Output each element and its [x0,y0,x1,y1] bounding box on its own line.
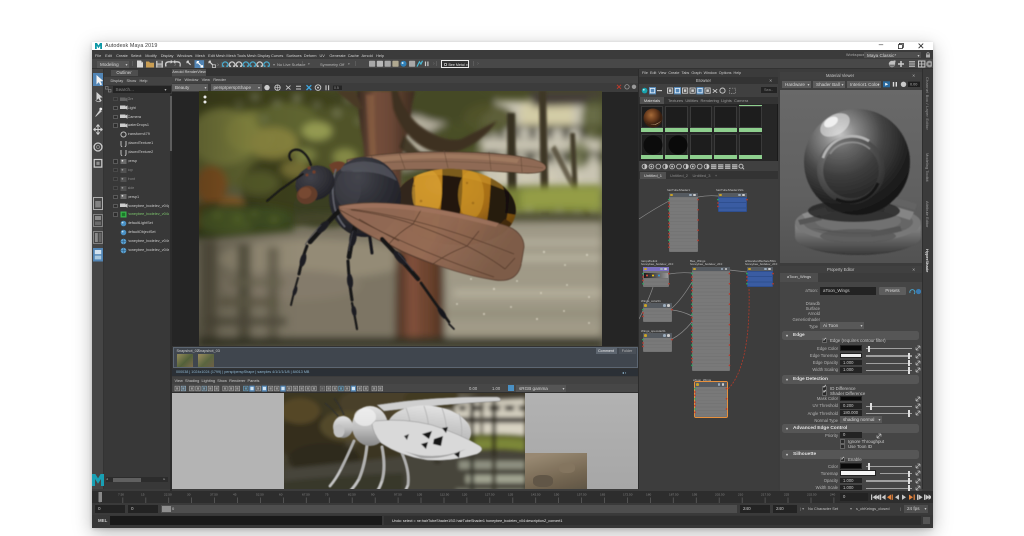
svg-text:142.50: 142.50 [531,493,541,497]
svg-text:225: 225 [784,493,789,497]
svg-text:82.50: 82.50 [348,493,356,497]
svg-text:150: 150 [554,493,559,497]
svg-text:232.50: 232.50 [807,493,817,497]
svg-text:112.50: 112.50 [440,493,450,497]
svg-text:|: | [180,62,181,68]
svg-text:135: 135 [508,493,513,497]
svg-text:157.50: 157.50 [577,493,587,497]
svg-text:45: 45 [233,493,237,497]
svg-text:187.50: 187.50 [669,493,679,497]
svg-text:22.50: 22.50 [164,493,172,497]
svg-text:60: 60 [279,493,283,497]
svg-text:37.50: 37.50 [210,493,218,497]
svg-text:75: 75 [325,493,329,497]
svg-text:217.50: 217.50 [761,493,771,497]
svg-text:90: 90 [371,493,375,497]
svg-text:202.50: 202.50 [715,493,725,497]
svg-text:67.50: 67.50 [302,493,310,497]
svg-text:165: 165 [600,493,605,497]
svg-text:30: 30 [187,493,191,497]
svg-text:180: 180 [646,493,651,497]
svg-text:105: 105 [417,493,422,497]
svg-text:▾: ▾ [273,62,275,67]
svg-text:240: 240 [830,493,835,497]
svg-text:›: › [174,63,176,69]
svg-text:7.50: 7.50 [118,493,124,497]
svg-text:210: 210 [738,493,743,497]
svg-text:0.00: 0.00 [910,83,917,87]
svg-text:97.50: 97.50 [394,493,402,497]
svg-text:15: 15 [141,493,145,497]
svg-text:120: 120 [462,493,467,497]
svg-text:127.50: 127.50 [485,493,495,497]
svg-text:›: › [217,63,219,69]
svg-text:195: 195 [692,493,697,497]
svg-text:0.5: 0.5 [334,86,339,90]
svg-text:172.50: 172.50 [623,493,633,497]
svg-text:52.50: 52.50 [256,493,264,497]
